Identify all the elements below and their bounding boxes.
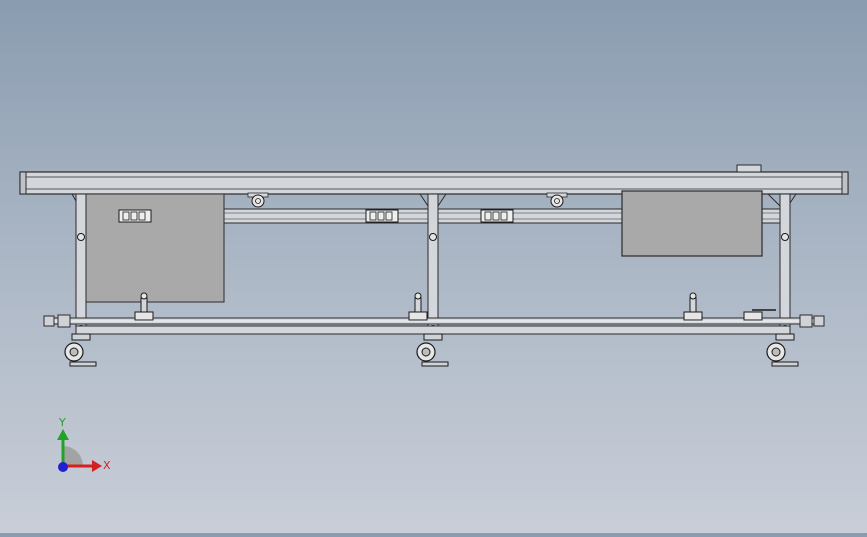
connector-block-2[interactable] [365, 209, 399, 223]
top-conveyor-rail[interactable] [19, 164, 849, 195]
leg-left[interactable] [71, 193, 87, 335]
idler-roller-2[interactable] [546, 192, 568, 208]
adjust-screw-2[interactable] [408, 292, 428, 321]
left-panel[interactable] [85, 193, 225, 303]
z-axis-dot [58, 462, 68, 472]
connector-block-1[interactable] [118, 209, 152, 223]
model-drawing[interactable]: Y X [0, 0, 867, 533]
y-axis-arrowhead [57, 429, 69, 440]
caster-wheel-right[interactable] [766, 333, 799, 367]
idler-roller-1[interactable] [247, 192, 269, 208]
x-axis-arrowhead [92, 460, 102, 472]
axis-triad: Y X [57, 416, 111, 472]
adjust-screw-3[interactable] [683, 292, 703, 321]
caster-wheel-left[interactable] [64, 333, 97, 367]
lower-shaft[interactable] [43, 314, 825, 335]
x-axis-label: X [103, 459, 111, 472]
caster-wheel-middle[interactable] [416, 333, 449, 367]
y-axis-label: Y [58, 416, 66, 429]
connector-block-3[interactable] [480, 209, 514, 223]
right-control-box[interactable] [621, 190, 763, 257]
cad-viewport[interactable]: Y X [0, 0, 867, 533]
